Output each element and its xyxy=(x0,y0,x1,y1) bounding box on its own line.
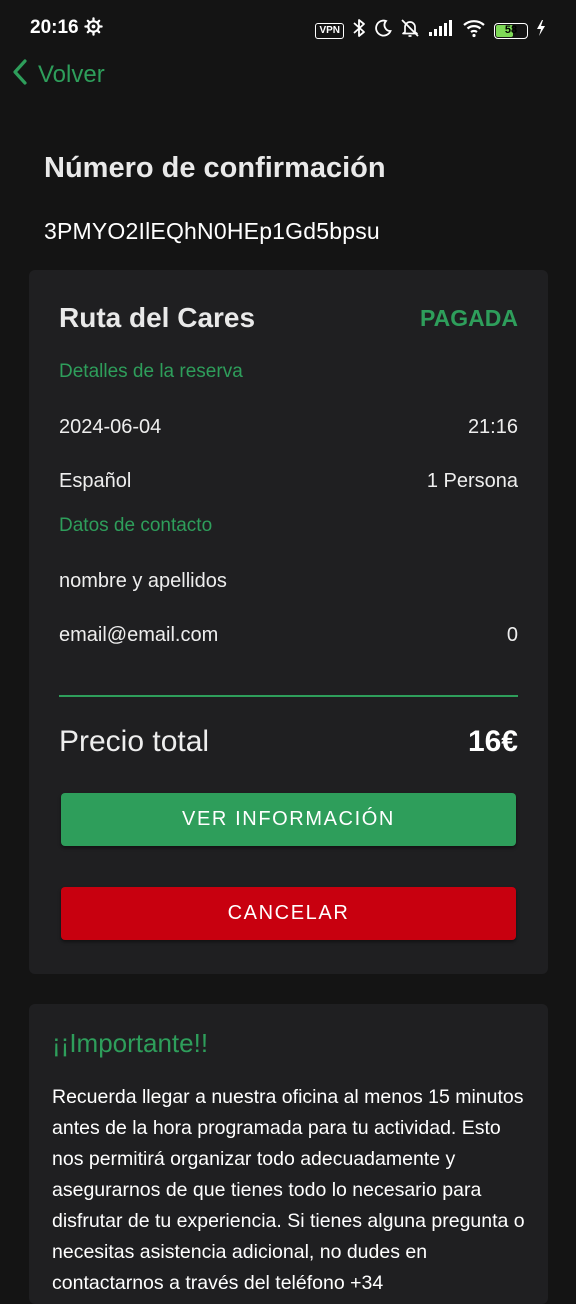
status-badge: PAGADA xyxy=(420,304,518,331)
important-card: ¡¡Importante!! Recuerda llegar a nuestra… xyxy=(29,1004,548,1304)
wifi-icon xyxy=(462,18,486,43)
total-label: Precio total xyxy=(59,725,210,758)
gear-icon xyxy=(84,17,103,41)
charging-icon xyxy=(536,19,546,42)
confirmation-title: Número de confirmación xyxy=(44,152,386,184)
booking-header: Ruta del Cares PAGADA xyxy=(59,298,518,338)
booking-time: 21:16 xyxy=(467,415,518,438)
contact-name: nombre y apellidos xyxy=(59,569,227,592)
tour-name: Ruta del Cares xyxy=(59,302,256,333)
chevron-left-icon xyxy=(10,57,30,94)
bell-off-icon xyxy=(400,18,420,43)
confirmation-code: 3PMYO2IlEQhN0HEp1Gd5bpsu xyxy=(44,218,380,244)
total-row: Precio total 16€ xyxy=(59,720,518,764)
status-bar: 20:16 VPN 58 xyxy=(0,0,576,56)
battery-icon: 58 xyxy=(494,22,528,39)
booking-card: Ruta del Cares PAGADA Detalles de la res… xyxy=(29,270,548,974)
bluetooth-icon xyxy=(352,18,366,43)
contact-name-row: nombre y apellidos xyxy=(59,567,518,595)
status-time: 20:16 xyxy=(30,17,79,38)
vpn-icon: VPN xyxy=(315,22,344,39)
important-text: Recuerda llegar a nuestra oficina al men… xyxy=(52,1086,525,1294)
booking-language: Español xyxy=(59,469,132,492)
cancel-button[interactable]: CANCELAR xyxy=(61,887,516,940)
back-label: Volver xyxy=(38,61,105,88)
booking-people: 1 Persona xyxy=(426,469,518,492)
battery-level: 58 xyxy=(504,23,518,36)
moon-icon xyxy=(374,19,392,42)
details-heading: Detalles de la reserva xyxy=(59,361,243,382)
contact-phone: 0 xyxy=(506,623,518,646)
important-title: ¡¡Importante!! xyxy=(52,1028,209,1058)
view-info-button[interactable]: VER INFORMACIÓN xyxy=(61,793,516,846)
signal-icon xyxy=(428,19,454,42)
back-button[interactable]: Volver xyxy=(10,58,105,92)
contact-email-row: email@email.com 0 xyxy=(59,621,518,649)
contact-email: email@email.com xyxy=(59,623,219,646)
total-price: 16€ xyxy=(467,725,518,758)
booking-date: 2024-06-04 xyxy=(59,415,162,438)
contact-heading: Datos de contacto xyxy=(59,515,213,536)
date-time-row: 2024-06-04 21:16 xyxy=(59,413,518,441)
language-people-row: Español 1 Persona xyxy=(59,467,518,495)
divider xyxy=(59,695,518,697)
